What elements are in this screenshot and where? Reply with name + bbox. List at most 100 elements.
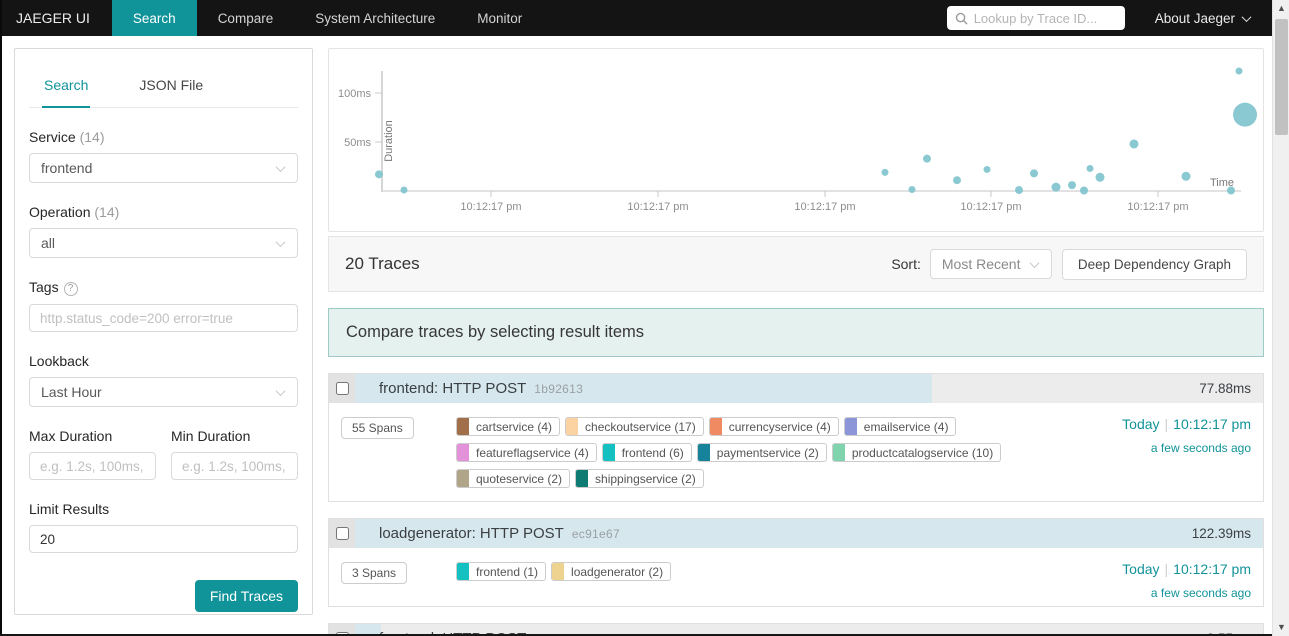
service-tag-label: checkoutservice (17)	[585, 419, 696, 434]
limit-results-label: Limit Results	[29, 501, 110, 517]
service-tags: cartservice (4) checkoutservice (17) curre…	[456, 417, 1083, 488]
service-tag[interactable]: frontend (1)	[456, 562, 547, 581]
service-tag[interactable]: cartservice (4)	[456, 417, 561, 436]
trace-result-card: frontend: HTTP POST 1b92613 77.88ms 55 Sp…	[328, 373, 1264, 502]
svg-text:100ms: 100ms	[338, 88, 372, 100]
trace-title: frontend: HTTP POST 1b92613	[379, 380, 583, 397]
scrollbar-thumb[interactable]	[1275, 19, 1288, 135]
nav-tab-monitor[interactable]: Monitor	[456, 0, 543, 36]
service-tag-label: cartservice (4)	[476, 419, 553, 434]
lookback-select[interactable]: Last Hour	[29, 377, 298, 407]
service-color-swatch	[457, 444, 469, 461]
service-color-swatch	[552, 563, 565, 580]
service-tag[interactable]: frontend (6)	[601, 443, 692, 462]
svg-text:10:12:17 pm: 10:12:17 pm	[794, 201, 855, 213]
span-count-badge[interactable]: 3 Spans	[341, 562, 408, 584]
service-color-swatch	[697, 444, 710, 461]
results-count-title: 20 Traces	[345, 254, 420, 273]
chevron-down-icon	[1241, 11, 1252, 22]
service-tag-label: frontend (1)	[476, 564, 539, 579]
tags-input[interactable]	[29, 304, 298, 332]
service-tag-label: loadgenerator (2)	[571, 564, 664, 579]
service-tag[interactable]: emailservice (4)	[843, 417, 957, 436]
find-traces-button[interactable]: Find Traces	[194, 580, 298, 612]
trace-id: 1b92613	[534, 382, 584, 396]
trace-time: 10:12:17 pm	[1173, 561, 1251, 577]
trace-select-checkbox[interactable]	[335, 382, 349, 395]
service-count: (14)	[79, 129, 105, 145]
service-tag-label: currencyservice (4)	[728, 419, 831, 434]
nav-tab-search[interactable]: Search	[111, 0, 197, 36]
service-tag[interactable]: checkoutservice (17)	[565, 417, 704, 436]
span-count-badge[interactable]: 55 Spans	[341, 417, 414, 439]
trace-duration-value: 77.88ms	[1199, 381, 1251, 396]
spans-column: 3 Spans	[341, 562, 456, 593]
vertical-scrollbar[interactable]: ▲ ▼	[1272, 0, 1289, 636]
service-select-value: frontend	[41, 160, 93, 176]
search-icon	[955, 12, 968, 25]
min-duration-input[interactable]	[171, 452, 298, 480]
nav-tab-compare[interactable]: Compare	[197, 0, 295, 36]
service-tag-label: featureflagservice (4)	[476, 445, 589, 460]
max-duration-label: Max Duration	[29, 428, 113, 444]
trace-relative-time: a few seconds ago	[1150, 586, 1251, 600]
service-tag[interactable]: paymentservice (2)	[696, 443, 827, 462]
scroll-up-icon[interactable]: ▲	[1273, 0, 1289, 17]
service-color-swatch	[576, 470, 589, 487]
jaeger-window: JAEGER UI Search Compare System Architectu…	[0, 0, 1289, 636]
lookback-select-value: Last Hour	[41, 384, 102, 400]
navbar-right: About Jaeger	[946, 0, 1272, 36]
app-brand[interactable]: JAEGER UI	[0, 0, 112, 36]
nav-tab-system-architecture[interactable]: System Architecture	[294, 0, 456, 36]
sidebar-tabs: Search JSON File	[29, 71, 298, 108]
chevron-down-icon	[275, 236, 286, 247]
help-icon[interactable]: ?	[63, 282, 78, 296]
trace-header[interactable]: loadgenerator: HTTP POST ec91e67 122.39ms	[329, 519, 1263, 548]
time-separator: |	[1164, 561, 1169, 577]
service-color-swatch	[566, 418, 579, 435]
operation-label: Operation (14)	[29, 204, 120, 220]
tab-search[interactable]: Search	[42, 71, 91, 108]
trace-id: ec91e67	[571, 527, 620, 541]
service-color-swatch	[844, 418, 857, 435]
trace-body: 55 Spans cartservice (4) checkoutservice …	[329, 403, 1263, 501]
operation-count: (14)	[94, 204, 120, 220]
chevron-down-icon	[1029, 257, 1040, 268]
tab-json-file[interactable]: JSON File	[137, 71, 205, 107]
svg-text:10:12:17 pm: 10:12:17 pm	[627, 201, 688, 213]
operation-select[interactable]: all	[29, 228, 298, 258]
trace-lookup-input[interactable]	[973, 10, 1117, 26]
deep-dependency-graph-button[interactable]: Deep Dependency Graph	[1061, 248, 1247, 280]
service-tag[interactable]: quoteservice (2)	[456, 469, 571, 488]
duration-scatter-chart: 50ms 100ms 10:12:17 pm 10:12:17 pm 10:12:17 …	[338, 67, 1257, 213]
trace-date: Today	[1122, 416, 1160, 432]
trace-relative-time: a few seconds ago	[1150, 441, 1251, 455]
service-tag[interactable]: productcatalogservice (10)	[831, 443, 1002, 462]
trace-time-column: Today | 10:12:17 pm a few seconds ago	[1091, 561, 1251, 600]
max-duration-input[interactable]	[29, 452, 156, 480]
limit-results-input[interactable]	[29, 525, 298, 553]
service-tag[interactable]: shippingservice (2)	[575, 469, 704, 488]
service-tag[interactable]: loadgenerator (2)	[551, 562, 672, 581]
trace-header[interactable]: frontend: HTTP POST 1b92613 77.88ms	[329, 374, 1263, 403]
scroll-down-icon[interactable]: ▼	[1273, 619, 1289, 636]
trace-body: 3 Spans frontend (1) loadgenerator (2) To…	[329, 548, 1263, 606]
navbar: JAEGER UI Search Compare System Architectu…	[0, 0, 1272, 36]
sort-select[interactable]: Most Recent	[929, 249, 1052, 279]
sort-label: Sort:	[891, 256, 921, 272]
scatter-plot-panel[interactable]: 50ms 100ms 10:12:17 pm 10:12:17 pm 10:12:17 …	[328, 48, 1264, 232]
trace-lookup-box[interactable]	[946, 6, 1125, 30]
about-jaeger-menu[interactable]: About Jaeger	[1155, 11, 1252, 26]
trace-time: 10:12:17 pm	[1173, 416, 1251, 432]
compare-banner: Compare traces by selecting result items	[328, 308, 1264, 357]
service-color-swatch	[832, 444, 845, 461]
time-separator: |	[1164, 416, 1169, 432]
service-tag[interactable]: currencyservice (4)	[708, 417, 839, 436]
service-select[interactable]: frontend	[29, 153, 298, 183]
trace-select-checkbox[interactable]	[335, 527, 349, 540]
service-label: Service (14)	[29, 129, 105, 145]
spans-column: 55 Spans	[341, 417, 456, 488]
trace-list: frontend: HTTP POST 1b92613 77.88ms 55 Sp…	[328, 373, 1264, 636]
service-tag[interactable]: featureflagservice (4)	[456, 443, 597, 462]
service-tag-label: emailservice (4)	[863, 419, 949, 434]
